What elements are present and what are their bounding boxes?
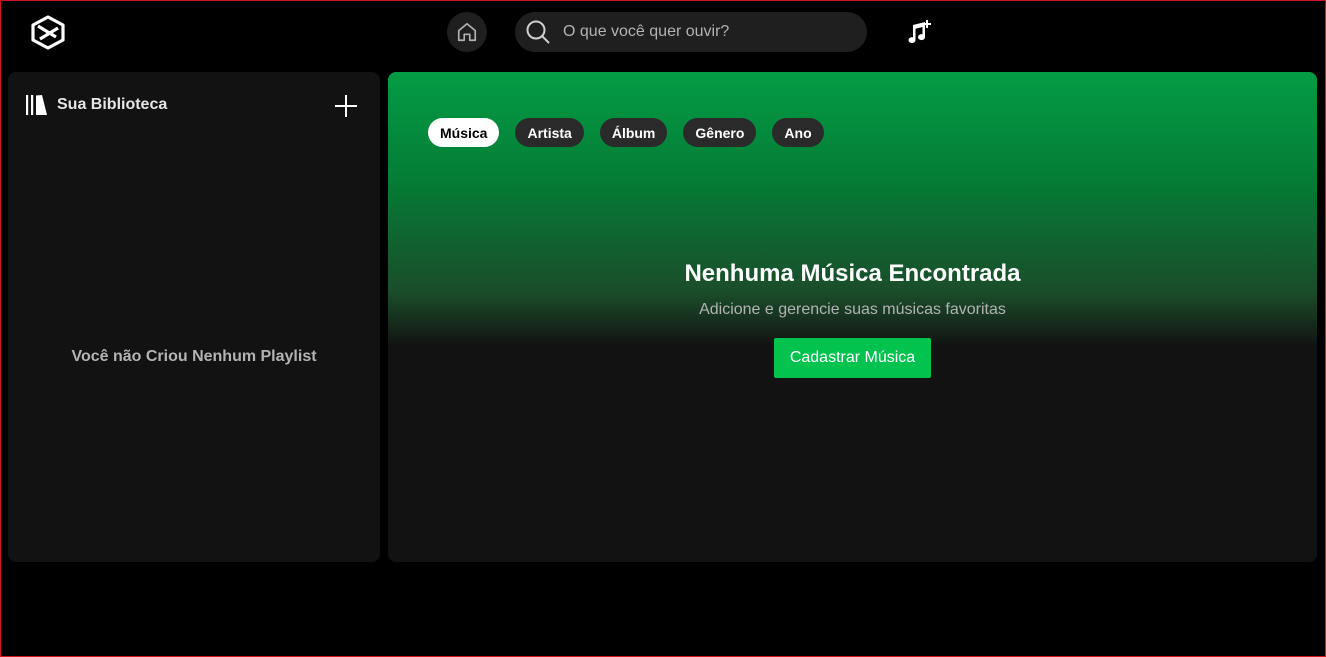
filter-chip-musica[interactable]: Música [428, 118, 500, 147]
add-music-button[interactable] [904, 18, 934, 46]
main-content: Música Artista Álbum Gênero Ano Nenhuma … [388, 72, 1317, 562]
register-music-button[interactable]: Cadastrar Música [774, 338, 931, 378]
home-icon [456, 21, 478, 43]
plus-icon [334, 94, 358, 118]
library-sidebar: Sua Biblioteca Você não Criou Nenhum Pla… [8, 72, 380, 562]
library-title: Sua Biblioteca [57, 96, 168, 113]
library-icon [25, 94, 47, 116]
app-logo-icon[interactable] [28, 14, 68, 51]
search-input[interactable] [563, 23, 853, 41]
search-bar[interactable] [515, 12, 867, 52]
filter-chip-ano[interactable]: Ano [772, 118, 824, 147]
empty-state-title: Nenhuma Música Encontrada [684, 260, 1021, 287]
search-icon [525, 19, 551, 45]
filter-chip-album[interactable]: Álbum [599, 118, 668, 147]
empty-state-subtitle: Adicione e gerencie suas músicas favorit… [699, 301, 1006, 318]
filter-chip-genero[interactable]: Gênero [683, 118, 757, 147]
filter-chips: Música Artista Álbum Gênero Ano [428, 118, 824, 147]
empty-playlist-message: Você não Criou Nenhum Playlist [71, 348, 317, 365]
library-header[interactable]: Sua Biblioteca [25, 94, 167, 116]
add-music-icon [904, 18, 934, 46]
home-button[interactable] [447, 12, 487, 52]
create-playlist-button[interactable] [334, 94, 358, 118]
filter-chip-artista[interactable]: Artista [515, 118, 584, 147]
